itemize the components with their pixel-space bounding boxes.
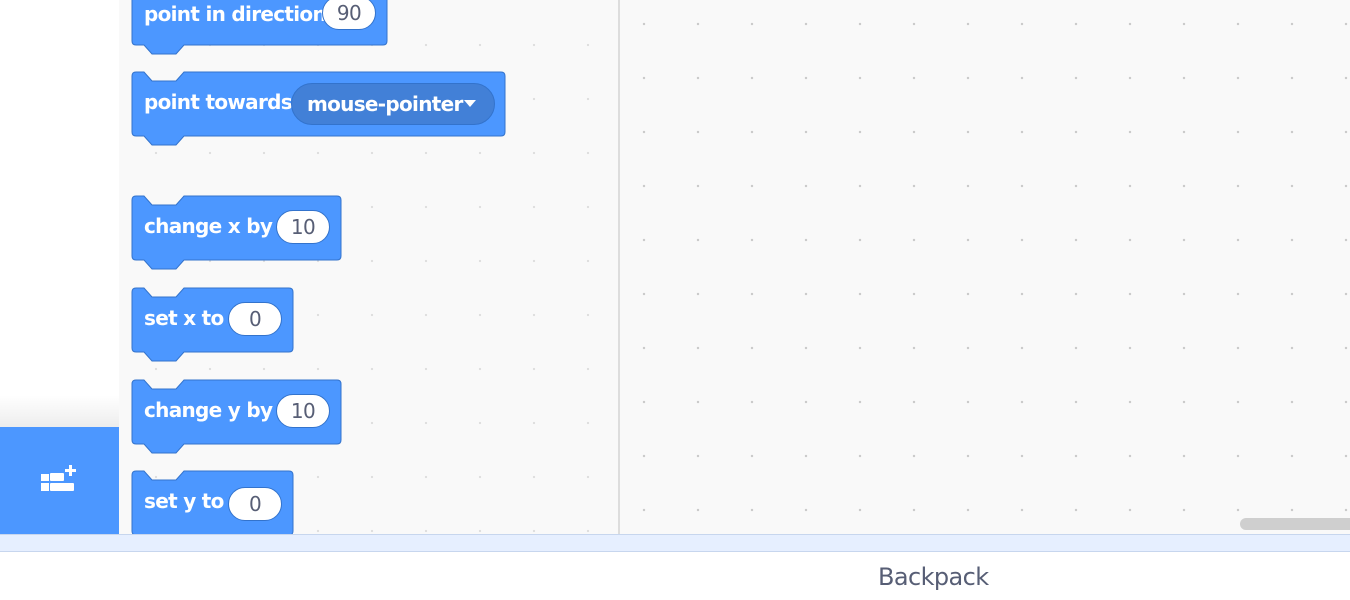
set-y-input[interactable]: 0: [228, 487, 282, 521]
block-label: set x to: [144, 306, 224, 330]
set-x-input[interactable]: 0: [228, 302, 282, 336]
block-palette: point in direction 90 point towards mous…: [119, 0, 618, 534]
block-label: change y by: [144, 398, 273, 422]
block-change-y-by[interactable]: change y by 10: [131, 379, 342, 454]
block-point-towards[interactable]: point towards mouse-pointer: [131, 71, 506, 146]
direction-input[interactable]: 90: [322, 0, 376, 30]
block-change-x-by[interactable]: change x by 10: [131, 195, 342, 270]
block-set-y-to[interactable]: set y to 0: [131, 470, 294, 534]
towards-dropdown[interactable]: mouse-pointer: [291, 83, 495, 125]
block-set-x-to[interactable]: set x to 0: [131, 287, 294, 362]
add-extension-button[interactable]: [0, 427, 119, 534]
add-extension-icon: [40, 464, 76, 491]
block-label: point in direction: [144, 2, 327, 26]
block-point-in-direction[interactable]: point in direction 90: [131, 0, 388, 55]
backpack-header-strip: [0, 534, 1350, 552]
workspace-horizontal-scrollbar[interactable]: [1240, 518, 1350, 530]
backpack-panel: [0, 552, 1350, 600]
block-label: point towards: [144, 90, 293, 114]
block-label: set y to: [144, 489, 224, 513]
dropdown-value: mouse-pointer: [307, 92, 463, 116]
backpack-label[interactable]: Backpack: [878, 563, 989, 591]
category-menu-shadow: [0, 395, 119, 427]
dropdown-caret-icon: [464, 100, 476, 107]
change-y-input[interactable]: 10: [276, 394, 330, 428]
block-label: change x by: [144, 214, 273, 238]
script-workspace[interactable]: [620, 0, 1350, 534]
change-x-input[interactable]: 10: [276, 210, 330, 244]
